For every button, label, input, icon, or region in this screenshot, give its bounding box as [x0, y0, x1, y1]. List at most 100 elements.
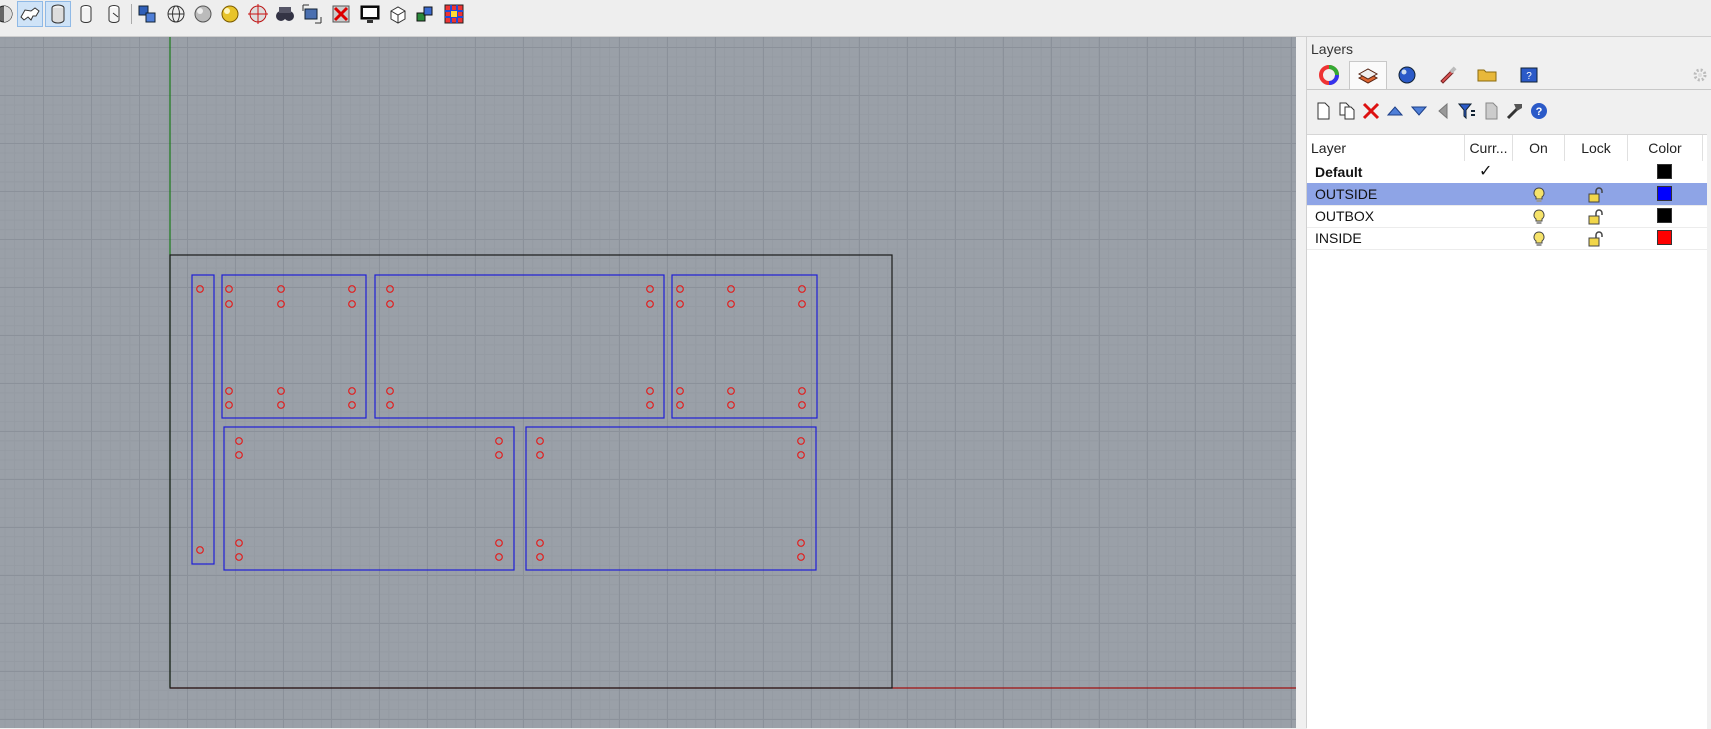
unlocked-padlock-icon[interactable] — [1587, 230, 1603, 254]
cylinder-cursor-icon[interactable] — [102, 2, 126, 26]
move-up-icon[interactable] — [1383, 99, 1407, 123]
hole-circle — [676, 401, 684, 409]
hole-circle — [536, 437, 544, 445]
hole-circle — [676, 387, 684, 395]
layers-panel: Layers ? ? Layer Curr... On Lock Color D… — [1306, 37, 1711, 729]
walking-cat-icon[interactable] — [17, 1, 43, 27]
layer-row[interactable]: OUTSIDE — [1307, 183, 1707, 206]
help-icon[interactable]: ? — [1527, 99, 1551, 123]
hole-circle — [797, 451, 805, 459]
hole-circle — [225, 401, 233, 409]
hole-circle — [348, 387, 356, 395]
rendered-sphere-icon[interactable] — [218, 2, 242, 26]
hole-circle — [495, 437, 503, 445]
brush-icon[interactable] — [1429, 61, 1465, 89]
hole-circle — [798, 401, 806, 409]
hole-circle — [386, 285, 394, 293]
layer-name[interactable]: INSIDE — [1315, 227, 1362, 251]
previous-icon[interactable] — [1431, 99, 1455, 123]
layers-cubes-icon[interactable] — [135, 2, 159, 26]
hole-circle — [386, 401, 394, 409]
hole-circle — [646, 300, 654, 308]
hole-circle — [277, 285, 285, 293]
layer-row[interactable]: OUTBOX — [1307, 205, 1707, 228]
box-icon[interactable] — [386, 2, 410, 26]
shaded-sphere-icon[interactable] — [191, 2, 215, 26]
wire-globe-icon[interactable] — [164, 2, 188, 26]
outbox-rectangle — [169, 254, 893, 689]
column-header-color[interactable]: Color — [1628, 135, 1703, 161]
part-outline — [374, 274, 665, 419]
hole-circle — [277, 300, 285, 308]
document-icon[interactable] — [1479, 99, 1503, 123]
hole-circle — [277, 387, 285, 395]
target-sphere-icon[interactable] — [246, 2, 270, 26]
hole-circle — [676, 285, 684, 293]
column-header-on[interactable]: On — [1513, 135, 1565, 161]
color-wheel-icon[interactable] — [1311, 61, 1347, 89]
hole-circle — [348, 285, 356, 293]
cylinder-icon[interactable] — [74, 2, 98, 26]
layer-color-swatch[interactable] — [1657, 164, 1672, 179]
layer-color-swatch[interactable] — [1657, 186, 1672, 201]
tools-icon[interactable] — [1503, 99, 1527, 123]
column-header-layer[interactable]: Layer — [1307, 135, 1465, 161]
render-sphere-icon[interactable] — [1389, 61, 1425, 89]
hole-circle — [536, 553, 544, 561]
camera-target-icon[interactable] — [300, 2, 324, 26]
hole-circle — [727, 285, 735, 293]
svg-text:?: ? — [1526, 71, 1532, 82]
layer-name[interactable]: Default — [1315, 161, 1362, 185]
hole-circle — [797, 437, 805, 445]
hole-circle — [646, 401, 654, 409]
lightbulb-icon[interactable] — [1532, 230, 1546, 254]
hole-circle — [798, 387, 806, 395]
hole-circle — [727, 300, 735, 308]
hole-circle — [646, 387, 654, 395]
hole-circle — [797, 539, 805, 547]
binoculars-icon[interactable] — [273, 2, 297, 26]
hole-circle — [225, 300, 233, 308]
monitor-icon[interactable] — [358, 2, 382, 26]
material-cubes-icon[interactable] — [413, 2, 437, 26]
svg-text:?: ? — [1536, 106, 1543, 118]
layer-name[interactable]: OUTSIDE — [1315, 183, 1377, 207]
grid-palette-icon[interactable] — [442, 2, 466, 26]
hole-circle — [676, 300, 684, 308]
hole-circle — [196, 546, 204, 554]
hole-circle — [235, 451, 243, 459]
new-sublayer-icon[interactable] — [1335, 99, 1359, 123]
hole-circle — [727, 401, 735, 409]
cylinder-select-icon[interactable] — [45, 1, 71, 27]
column-header-lock[interactable]: Lock — [1565, 135, 1628, 161]
gear-icon[interactable] — [1692, 67, 1708, 88]
hole-circle — [225, 387, 233, 395]
hole-circle — [495, 539, 503, 547]
layer-row[interactable]: INSIDE — [1307, 227, 1707, 250]
layer-name[interactable]: OUTBOX — [1315, 205, 1374, 229]
current-layer-checkmark[interactable]: ✓ — [1479, 161, 1492, 185]
layer-color-swatch[interactable] — [1657, 208, 1672, 223]
close-viewport-icon[interactable] — [329, 2, 353, 26]
new-layer-icon[interactable] — [1311, 99, 1335, 123]
move-down-icon[interactable] — [1407, 99, 1431, 123]
hole-circle — [277, 401, 285, 409]
hole-circle — [235, 539, 243, 547]
layers-tab-icon[interactable] — [1349, 61, 1387, 90]
delete-icon[interactable] — [1359, 99, 1383, 123]
layer-color-swatch[interactable] — [1657, 230, 1672, 245]
filter-icon[interactable] — [1455, 99, 1479, 123]
sphere-half-icon[interactable] — [0, 2, 16, 26]
viewport-drawing[interactable] — [0, 37, 1296, 728]
help-panel-icon[interactable]: ? — [1511, 61, 1547, 89]
hole-circle — [727, 387, 735, 395]
part-outline — [191, 274, 215, 565]
hole-circle — [536, 451, 544, 459]
hole-circle — [646, 285, 654, 293]
top-viewport[interactable] — [0, 37, 1296, 728]
panel-title: Layers — [1311, 41, 1354, 57]
folder-icon[interactable] — [1469, 61, 1505, 89]
column-header-current[interactable]: Curr... — [1465, 135, 1513, 161]
layer-row[interactable]: Default ✓ — [1307, 161, 1707, 184]
part-outline — [525, 426, 817, 571]
